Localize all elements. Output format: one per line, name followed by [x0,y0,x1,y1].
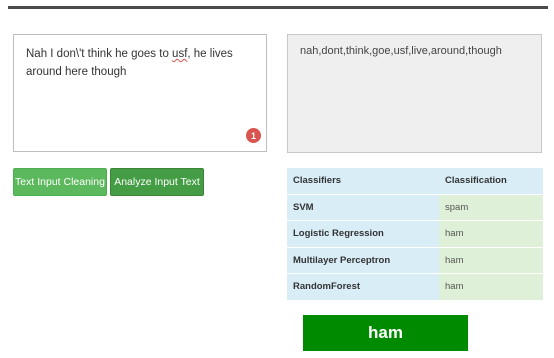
classification-value: ham [439,247,543,274]
cleaned-text-output: nah,dont,think,goe,usf,live,around,thoug… [287,34,542,153]
table-row: RandomForest ham [287,273,543,301]
classification-value: spam [439,194,543,221]
header-classifiers: Classifiers [287,168,439,195]
classifier-name: SVM [287,194,439,221]
text-cleaning-button[interactable]: Text Input Cleaning [13,168,107,196]
input-text-start: Nah I don\'t think he goes to [26,48,173,60]
classification-value: ham [439,220,543,248]
header-classification: Classification [439,168,543,195]
misspelled-word[interactable]: usf [172,48,187,60]
table-row: SVM spam [287,194,543,221]
top-divider [8,6,548,9]
classification-value: ham [439,273,543,301]
table-row: Multilayer Perceptron ham [287,247,543,274]
table-header-row: Classifiers Classification [287,168,543,195]
final-result-banner: ham [303,315,468,351]
classifier-name: Multilayer Perceptron [287,247,439,274]
classifier-name: RandomForest [287,273,439,301]
table-row: Logistic Regression ham [287,220,543,248]
classification-table: Classifiers Classification SVM spam Logi… [287,168,543,301]
message-input[interactable]: Nah I don\'t think he goes to usf, he li… [13,34,267,152]
analyze-text-button[interactable]: Analyze Input Text [110,168,204,196]
classifier-name: Logistic Regression [287,220,439,248]
spell-error-badge[interactable]: 1 [246,128,261,143]
